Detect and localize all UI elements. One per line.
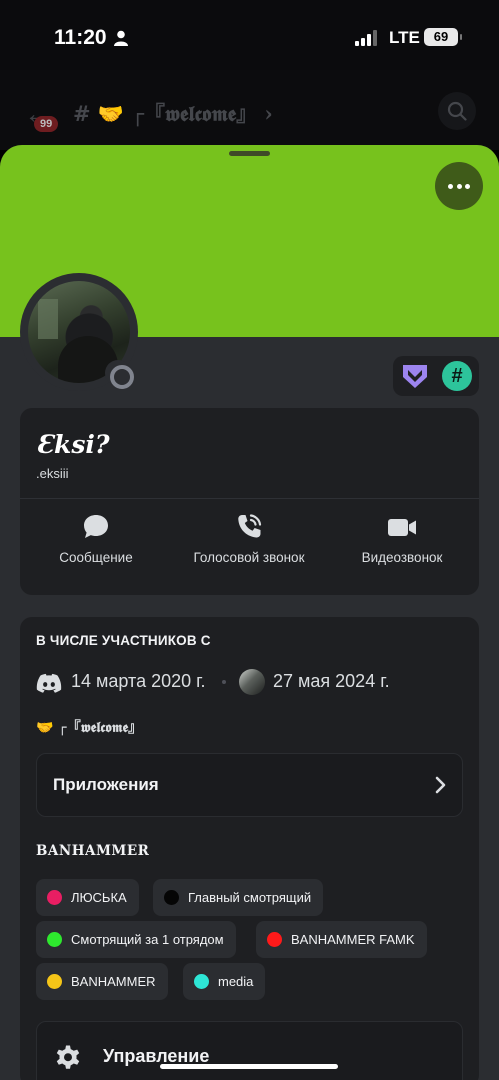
badge-list: # xyxy=(393,356,479,396)
role-color-dot xyxy=(47,932,62,947)
role-chip[interactable]: ЛЮСЬКА xyxy=(36,879,139,916)
role-name: ЛЮСЬКА xyxy=(71,890,127,905)
role-chip[interactable]: BANHAMMER FAMK xyxy=(256,921,427,958)
separator-dot xyxy=(222,680,226,684)
role-name: Главный смотрящий xyxy=(188,890,312,905)
chevron-right-icon xyxy=(435,776,446,794)
person-icon xyxy=(114,30,128,46)
role-name: BANHAMMER xyxy=(71,974,156,989)
role-color-dot xyxy=(267,932,282,947)
profile-sheet: # Ɛksi? .eksiii Сообщение Голосовой звон… xyxy=(0,145,499,1080)
signal-icon xyxy=(355,30,377,46)
manage-button[interactable]: Управление xyxy=(36,1021,463,1080)
role-name: BANHAMMER FAMK xyxy=(291,932,415,947)
apps-button[interactable]: Приложения xyxy=(36,753,463,817)
status-offline-icon xyxy=(105,360,134,389)
role-color-dot xyxy=(47,974,62,989)
role-chip[interactable]: Главный смотрящий xyxy=(153,879,324,916)
role-color-dot xyxy=(194,974,209,989)
sheet-grabber[interactable] xyxy=(229,151,270,156)
profile-name-card: Ɛksi? .eksiii Сообщение Голосовой звонок… xyxy=(20,408,479,595)
role-chip[interactable]: Смотрящий за 1 отрядом xyxy=(36,921,236,958)
phone-call-icon xyxy=(238,514,262,538)
member-info-card: В ЧИСЛЕ УЧАСТНИКОВ С 14 марта 2020 г. 27… xyxy=(20,617,479,1080)
member-since-heading: В ЧИСЛЕ УЧАСТНИКОВ С xyxy=(36,633,211,648)
home-indicator[interactable] xyxy=(160,1064,338,1069)
apps-label: Приложения xyxy=(53,775,159,794)
more-options-button[interactable] xyxy=(435,162,483,210)
hypesquad-icon[interactable] xyxy=(401,362,429,390)
network-label: LTE xyxy=(389,28,420,47)
channel-title[interactable]: # 🤝 ┌『𝖜𝖊𝖑𝖈𝖔𝖒𝖊』 › xyxy=(73,98,273,128)
divider xyxy=(20,498,479,499)
server-join-date: 27 мая 2024 г. xyxy=(273,671,390,691)
message-button[interactable]: Сообщение xyxy=(21,512,171,565)
video-call-label: Видеозвонок xyxy=(361,550,443,565)
member-since-row: 14 марта 2020 г. 27 мая 2024 г. xyxy=(36,669,466,697)
video-call-button[interactable]: Видеозвонок xyxy=(327,512,477,565)
search-button[interactable] xyxy=(438,92,476,130)
server-icon xyxy=(239,669,265,695)
discord-join-date: 14 марта 2020 г. xyxy=(71,671,206,691)
unread-badge: 99 xyxy=(34,116,59,132)
role-color-dot xyxy=(164,890,179,905)
voice-call-button[interactable]: Голосовой звонок xyxy=(174,512,324,565)
current-channel[interactable]: 🤝 ┌『𝖜𝖊𝖑𝖈𝖔𝖒𝖊』 xyxy=(36,717,142,737)
role-chip[interactable]: BANHAMMER xyxy=(36,963,168,1000)
message-label: Сообщение xyxy=(59,550,133,565)
status-bar: 11:20 LTE 69 xyxy=(0,0,499,70)
hash-badge-icon[interactable]: # xyxy=(442,361,472,391)
role-name: media xyxy=(218,974,254,989)
roles-heading: BANHAMMER xyxy=(36,843,150,859)
display-name: Ɛksi? xyxy=(36,430,110,459)
search-icon xyxy=(447,101,467,121)
voice-call-label: Голосовой звонок xyxy=(193,550,305,565)
channel-header: ← 99 # 🤝 ┌『𝖜𝖊𝖑𝖈𝖔𝖒𝖊』 › xyxy=(0,70,499,150)
status-time: 11:20 xyxy=(54,26,107,49)
username[interactable]: .eksiii xyxy=(36,466,69,481)
role-chip[interactable]: media xyxy=(183,963,266,1000)
gear-icon xyxy=(56,1045,80,1069)
message-icon xyxy=(84,515,108,538)
role-name: Смотрящий за 1 отрядом xyxy=(71,932,224,947)
role-color-dot xyxy=(47,890,62,905)
video-camera-icon xyxy=(388,519,416,536)
discord-logo-icon xyxy=(36,673,62,693)
battery-indicator: 69 xyxy=(424,28,462,46)
